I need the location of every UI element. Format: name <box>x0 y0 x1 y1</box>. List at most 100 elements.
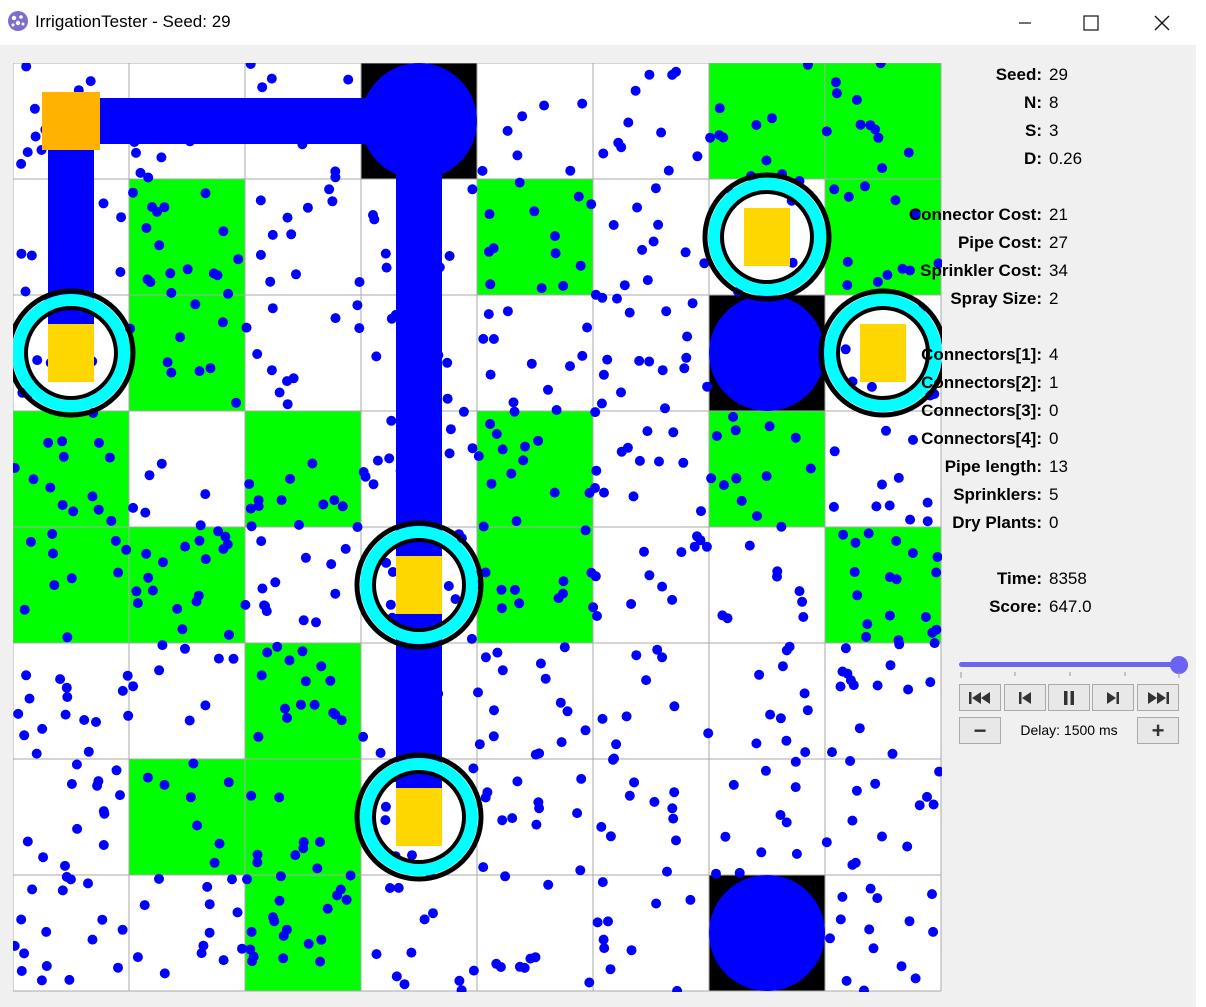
stat-value: 29 <box>1049 65 1068 84</box>
water-drop <box>276 495 287 506</box>
water-drop <box>543 879 554 890</box>
water-drop <box>16 966 27 976</box>
water-drop <box>611 739 622 750</box>
water-drop <box>336 715 347 726</box>
slider-ticks <box>960 672 1180 678</box>
close-icon <box>1154 15 1170 30</box>
water-drop <box>141 548 152 559</box>
water-drop <box>218 226 229 237</box>
water-drop <box>821 837 832 848</box>
water-drop <box>393 882 404 893</box>
water-drop <box>644 570 655 581</box>
water-drop <box>860 181 870 192</box>
stat-value: 647.0 <box>1049 597 1092 616</box>
water-drop <box>185 792 196 803</box>
water-drop <box>682 331 693 342</box>
water-drop <box>28 474 39 485</box>
water-drop <box>663 165 674 176</box>
water-drop <box>158 557 168 568</box>
minimize-button[interactable] <box>1002 0 1048 45</box>
water-drop <box>20 286 31 297</box>
water-drop <box>270 577 281 588</box>
stat-row: Connectors[4]: 0 <box>921 427 1195 455</box>
stat-row: N: 8 <box>945 91 1195 119</box>
water-drop <box>791 848 802 859</box>
water-drop <box>444 251 455 261</box>
water-drop <box>274 792 285 803</box>
stat-value: 8358 <box>1049 569 1087 588</box>
next-frame-button[interactable] <box>1092 684 1134 711</box>
water-drop <box>495 962 506 972</box>
water-drop <box>159 968 170 979</box>
plant-cell <box>129 295 245 411</box>
water-drop <box>16 914 27 925</box>
pause-button[interactable] <box>1048 684 1090 711</box>
step-back-icon <box>1019 691 1031 704</box>
water-drop <box>728 779 739 790</box>
water-drop <box>442 393 453 404</box>
water-drop <box>36 975 47 986</box>
water-drop <box>676 547 687 558</box>
water-drop <box>616 387 626 398</box>
water-drop <box>508 397 519 408</box>
decrease-delay-button[interactable]: − <box>959 717 1001 744</box>
water-drop <box>639 546 649 557</box>
water-drop <box>626 945 637 956</box>
empty-cell <box>13 759 129 875</box>
water-drop <box>406 947 417 958</box>
water-drop <box>828 501 839 512</box>
water-drop <box>399 979 410 990</box>
water-drop <box>154 240 165 251</box>
stat-label: Spray Size: <box>950 289 1042 308</box>
water-drop <box>835 914 846 925</box>
water-drop <box>227 874 237 885</box>
water-drop <box>62 632 73 643</box>
water-drop <box>311 617 321 628</box>
water-drop <box>154 873 164 884</box>
water-drop <box>657 581 668 592</box>
close-button[interactable] <box>1139 0 1185 45</box>
increase-delay-button[interactable]: + <box>1137 717 1179 744</box>
water-drop <box>502 306 513 317</box>
water-drop <box>330 166 341 177</box>
water-drop <box>385 599 396 610</box>
water-drop <box>580 525 591 536</box>
water-drop <box>375 747 386 758</box>
water-drop <box>862 619 873 630</box>
irrigation-board[interactable] <box>13 63 942 992</box>
water-drop <box>711 431 722 441</box>
empty-cell <box>593 643 709 759</box>
time-slider-track[interactable] <box>959 662 1180 667</box>
water-drop <box>132 952 143 963</box>
empty-cell <box>361 875 477 991</box>
first-frame-button[interactable] <box>959 684 1001 711</box>
water-drop <box>275 871 286 882</box>
water-drop <box>85 76 96 87</box>
maximize-button[interactable] <box>1068 0 1114 45</box>
last-frame-button[interactable] <box>1137 684 1179 711</box>
empty-cell <box>477 643 593 759</box>
water-drop <box>703 728 714 739</box>
water-drop <box>272 641 283 652</box>
previous-frame-button[interactable] <box>1004 684 1046 711</box>
stat-row: S: 3 <box>945 119 1195 147</box>
water-drop <box>692 151 703 162</box>
water-drop <box>352 522 363 532</box>
water-drop <box>49 580 60 591</box>
water-drop <box>142 772 153 783</box>
water-drop <box>907 548 918 558</box>
water-drop <box>920 612 931 622</box>
water-drop <box>575 865 586 876</box>
water-drop <box>38 852 49 863</box>
water-drop <box>821 126 832 137</box>
water-drop <box>329 495 340 506</box>
water-drop <box>637 244 648 255</box>
water-drop <box>57 500 68 510</box>
water-drop <box>842 256 853 267</box>
water-drop <box>775 713 786 724</box>
water-drop <box>685 894 696 905</box>
water-drop <box>485 419 496 429</box>
water-drop <box>893 472 904 483</box>
water-drop <box>902 841 913 852</box>
water-drop <box>885 660 896 671</box>
